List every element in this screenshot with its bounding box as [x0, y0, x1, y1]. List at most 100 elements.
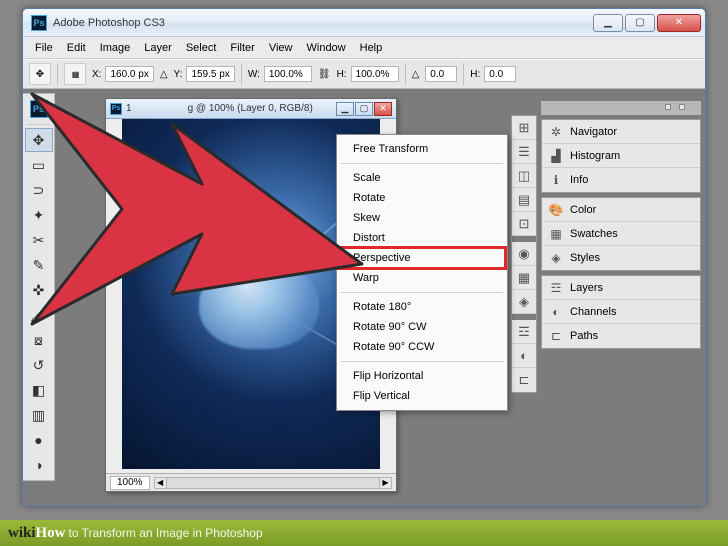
menu-warp[interactable]: Warp — [339, 268, 505, 288]
styles-icon: ◈ — [548, 250, 564, 266]
reference-point-locator[interactable]: ▦ — [64, 63, 86, 85]
photoshop-logo-icon: Ps — [25, 97, 53, 121]
panel-navigator[interactable]: ✲ Navigator — [542, 120, 700, 144]
menu-rotate[interactable]: Rotate — [339, 188, 505, 208]
field-angle[interactable]: 0.0 — [425, 66, 457, 82]
field-w[interactable]: 100.0% — [264, 66, 312, 82]
menu-rotate-90-ccw[interactable]: Rotate 90° CCW — [339, 337, 505, 357]
field-h[interactable]: 100.0% — [351, 66, 399, 82]
close-button[interactable]: ✕ — [657, 14, 701, 32]
panel-styles[interactable]: ◈ Styles — [542, 246, 700, 270]
menu-window[interactable]: Window — [301, 40, 352, 56]
lasso-tool[interactable]: ⊃ — [25, 178, 53, 202]
dodge-tool[interactable]: ◑ — [25, 453, 53, 477]
document-title-suffix: g @ 100% (Layer 0, RGB/8) — [188, 103, 313, 114]
minimize-button[interactable]: ▁ — [593, 14, 623, 32]
menu-free-transform[interactable]: Free Transform — [339, 139, 505, 159]
menu-file[interactable]: File — [29, 40, 59, 56]
panel-info[interactable]: ℹ Info — [542, 168, 700, 192]
eraser-tool[interactable]: ◧ — [25, 378, 53, 402]
dock-icon-3[interactable]: ◫ — [512, 164, 536, 188]
swatches-icon: ▦ — [548, 226, 564, 242]
menu-help[interactable]: Help — [354, 40, 389, 56]
menu-flip-vertical[interactable]: Flip Vertical — [339, 386, 505, 406]
doc-minimize-button[interactable]: ▁ — [336, 102, 354, 116]
field-skew-h[interactable]: 0.0 — [484, 66, 516, 82]
panel-histogram-label: Histogram — [570, 150, 620, 162]
gradient-tool[interactable]: ▥ — [25, 403, 53, 427]
dock-icon-6[interactable]: ◉ — [512, 242, 536, 266]
menu-image[interactable]: Image — [94, 40, 137, 56]
move-tool[interactable]: ✥ — [25, 128, 53, 152]
menu-flip-horizontal[interactable]: Flip Horizontal — [339, 366, 505, 386]
dock-icon-7[interactable]: ▦ — [512, 266, 536, 290]
dock-icon-1[interactable]: ⊞ — [512, 116, 536, 140]
tool-preset-picker[interactable]: ✥ — [29, 63, 51, 85]
panel-layers[interactable]: ☲ Layers — [542, 276, 700, 300]
panel-histogram[interactable]: ▟ Histogram — [542, 144, 700, 168]
wikihow-logo: wikiHow — [8, 525, 66, 542]
panel-swatches[interactable]: ▦ Swatches — [542, 222, 700, 246]
doc-maximize-button[interactable]: ▢ — [355, 102, 373, 116]
doc-close-button[interactable]: ✕ — [374, 102, 392, 116]
crop-tool[interactable]: ✂ — [25, 228, 53, 252]
menu-layer[interactable]: Layer — [138, 40, 178, 56]
menubar: File Edit Image Layer Select Filter View… — [23, 37, 705, 59]
panel-color-label: Color — [570, 204, 596, 216]
menu-rotate-90-cw[interactable]: Rotate 90° CW — [339, 317, 505, 337]
panel-styles-label: Styles — [570, 252, 600, 264]
label-w: W: — [248, 69, 260, 80]
panel-swatches-label: Swatches — [570, 228, 618, 240]
dock-icon-8[interactable]: ◈ — [512, 290, 536, 314]
history-brush-tool[interactable]: ↺ — [25, 353, 53, 377]
document-icon: Ps — [110, 103, 122, 115]
layers-icon: ☲ — [548, 280, 564, 296]
eyedropper-tool[interactable]: ✎ — [25, 253, 53, 277]
menu-skew[interactable]: Skew — [339, 208, 505, 228]
document-status-bar: 100% ◀ ▶ — [106, 473, 396, 491]
clone-stamp-tool[interactable]: ⧇ — [25, 328, 53, 352]
field-y[interactable]: 159.5 px — [186, 66, 234, 82]
dock-icon-11[interactable]: ⊏ — [512, 368, 536, 392]
dock-collapse-handle[interactable] — [665, 104, 671, 110]
menu-scale[interactable]: Scale — [339, 168, 505, 188]
scroll-right-arrow-icon[interactable]: ▶ — [379, 478, 391, 488]
dock-icon-9[interactable]: ☲ — [512, 320, 536, 344]
window-controls: ▁ ▢ ✕ — [593, 14, 701, 32]
panel-paths[interactable]: ⊏ Paths — [542, 324, 700, 348]
blur-tool[interactable]: ● — [25, 428, 53, 452]
dock-icon-10[interactable]: ◐ — [512, 344, 536, 368]
menu-edit[interactable]: Edit — [61, 40, 92, 56]
link-icon[interactable]: ⛓ — [318, 69, 331, 80]
document-titlebar: Ps 1 g @ 100% (Layer 0, RGB/8) ▁ ▢ ✕ — [106, 99, 396, 119]
menu-select[interactable]: Select — [180, 40, 223, 56]
titlebar: Ps Adobe Photoshop CS3 ▁ ▢ ✕ — [23, 9, 705, 37]
field-x[interactable]: 160.0 px — [105, 66, 153, 82]
magic-wand-tool[interactable]: ✦ — [25, 203, 53, 227]
brush-tool[interactable]: 🖌 — [25, 303, 53, 327]
horizontal-scrollbar[interactable]: ◀ ▶ — [154, 477, 392, 489]
menu-view[interactable]: View — [263, 40, 299, 56]
scroll-left-arrow-icon[interactable]: ◀ — [155, 478, 167, 488]
label-x: X: — [92, 69, 101, 80]
panel-info-label: Info — [570, 174, 588, 186]
caption-text: to Transform an Image in Photoshop — [69, 526, 263, 540]
panel-channels[interactable]: ◐ Channels — [542, 300, 700, 324]
menu-distort[interactable]: Distort — [339, 228, 505, 248]
dock-header — [541, 101, 701, 115]
angle-icon: △ — [412, 69, 420, 80]
menu-perspective[interactable]: Perspective — [339, 248, 505, 268]
options-bar: ✥ ▦ X: 160.0 px △ Y: 159.5 px W: 100.0% … — [23, 59, 705, 89]
dock-icon-4[interactable]: ▤ — [512, 188, 536, 212]
dock-collapse-handle-2[interactable] — [679, 104, 685, 110]
panel-color[interactable]: 🎨 Color — [542, 198, 700, 222]
maximize-button[interactable]: ▢ — [625, 14, 655, 32]
healing-brush-tool[interactable]: ✜ — [25, 278, 53, 302]
dock-icon-2[interactable]: ☰ — [512, 140, 536, 164]
zoom-field[interactable]: 100% — [110, 476, 150, 490]
panel-paths-label: Paths — [570, 330, 598, 342]
dock-icon-5[interactable]: ⊡ — [512, 212, 536, 236]
menu-rotate-180[interactable]: Rotate 180° — [339, 297, 505, 317]
marquee-tool[interactable]: ▭ — [25, 153, 53, 177]
menu-filter[interactable]: Filter — [224, 40, 260, 56]
